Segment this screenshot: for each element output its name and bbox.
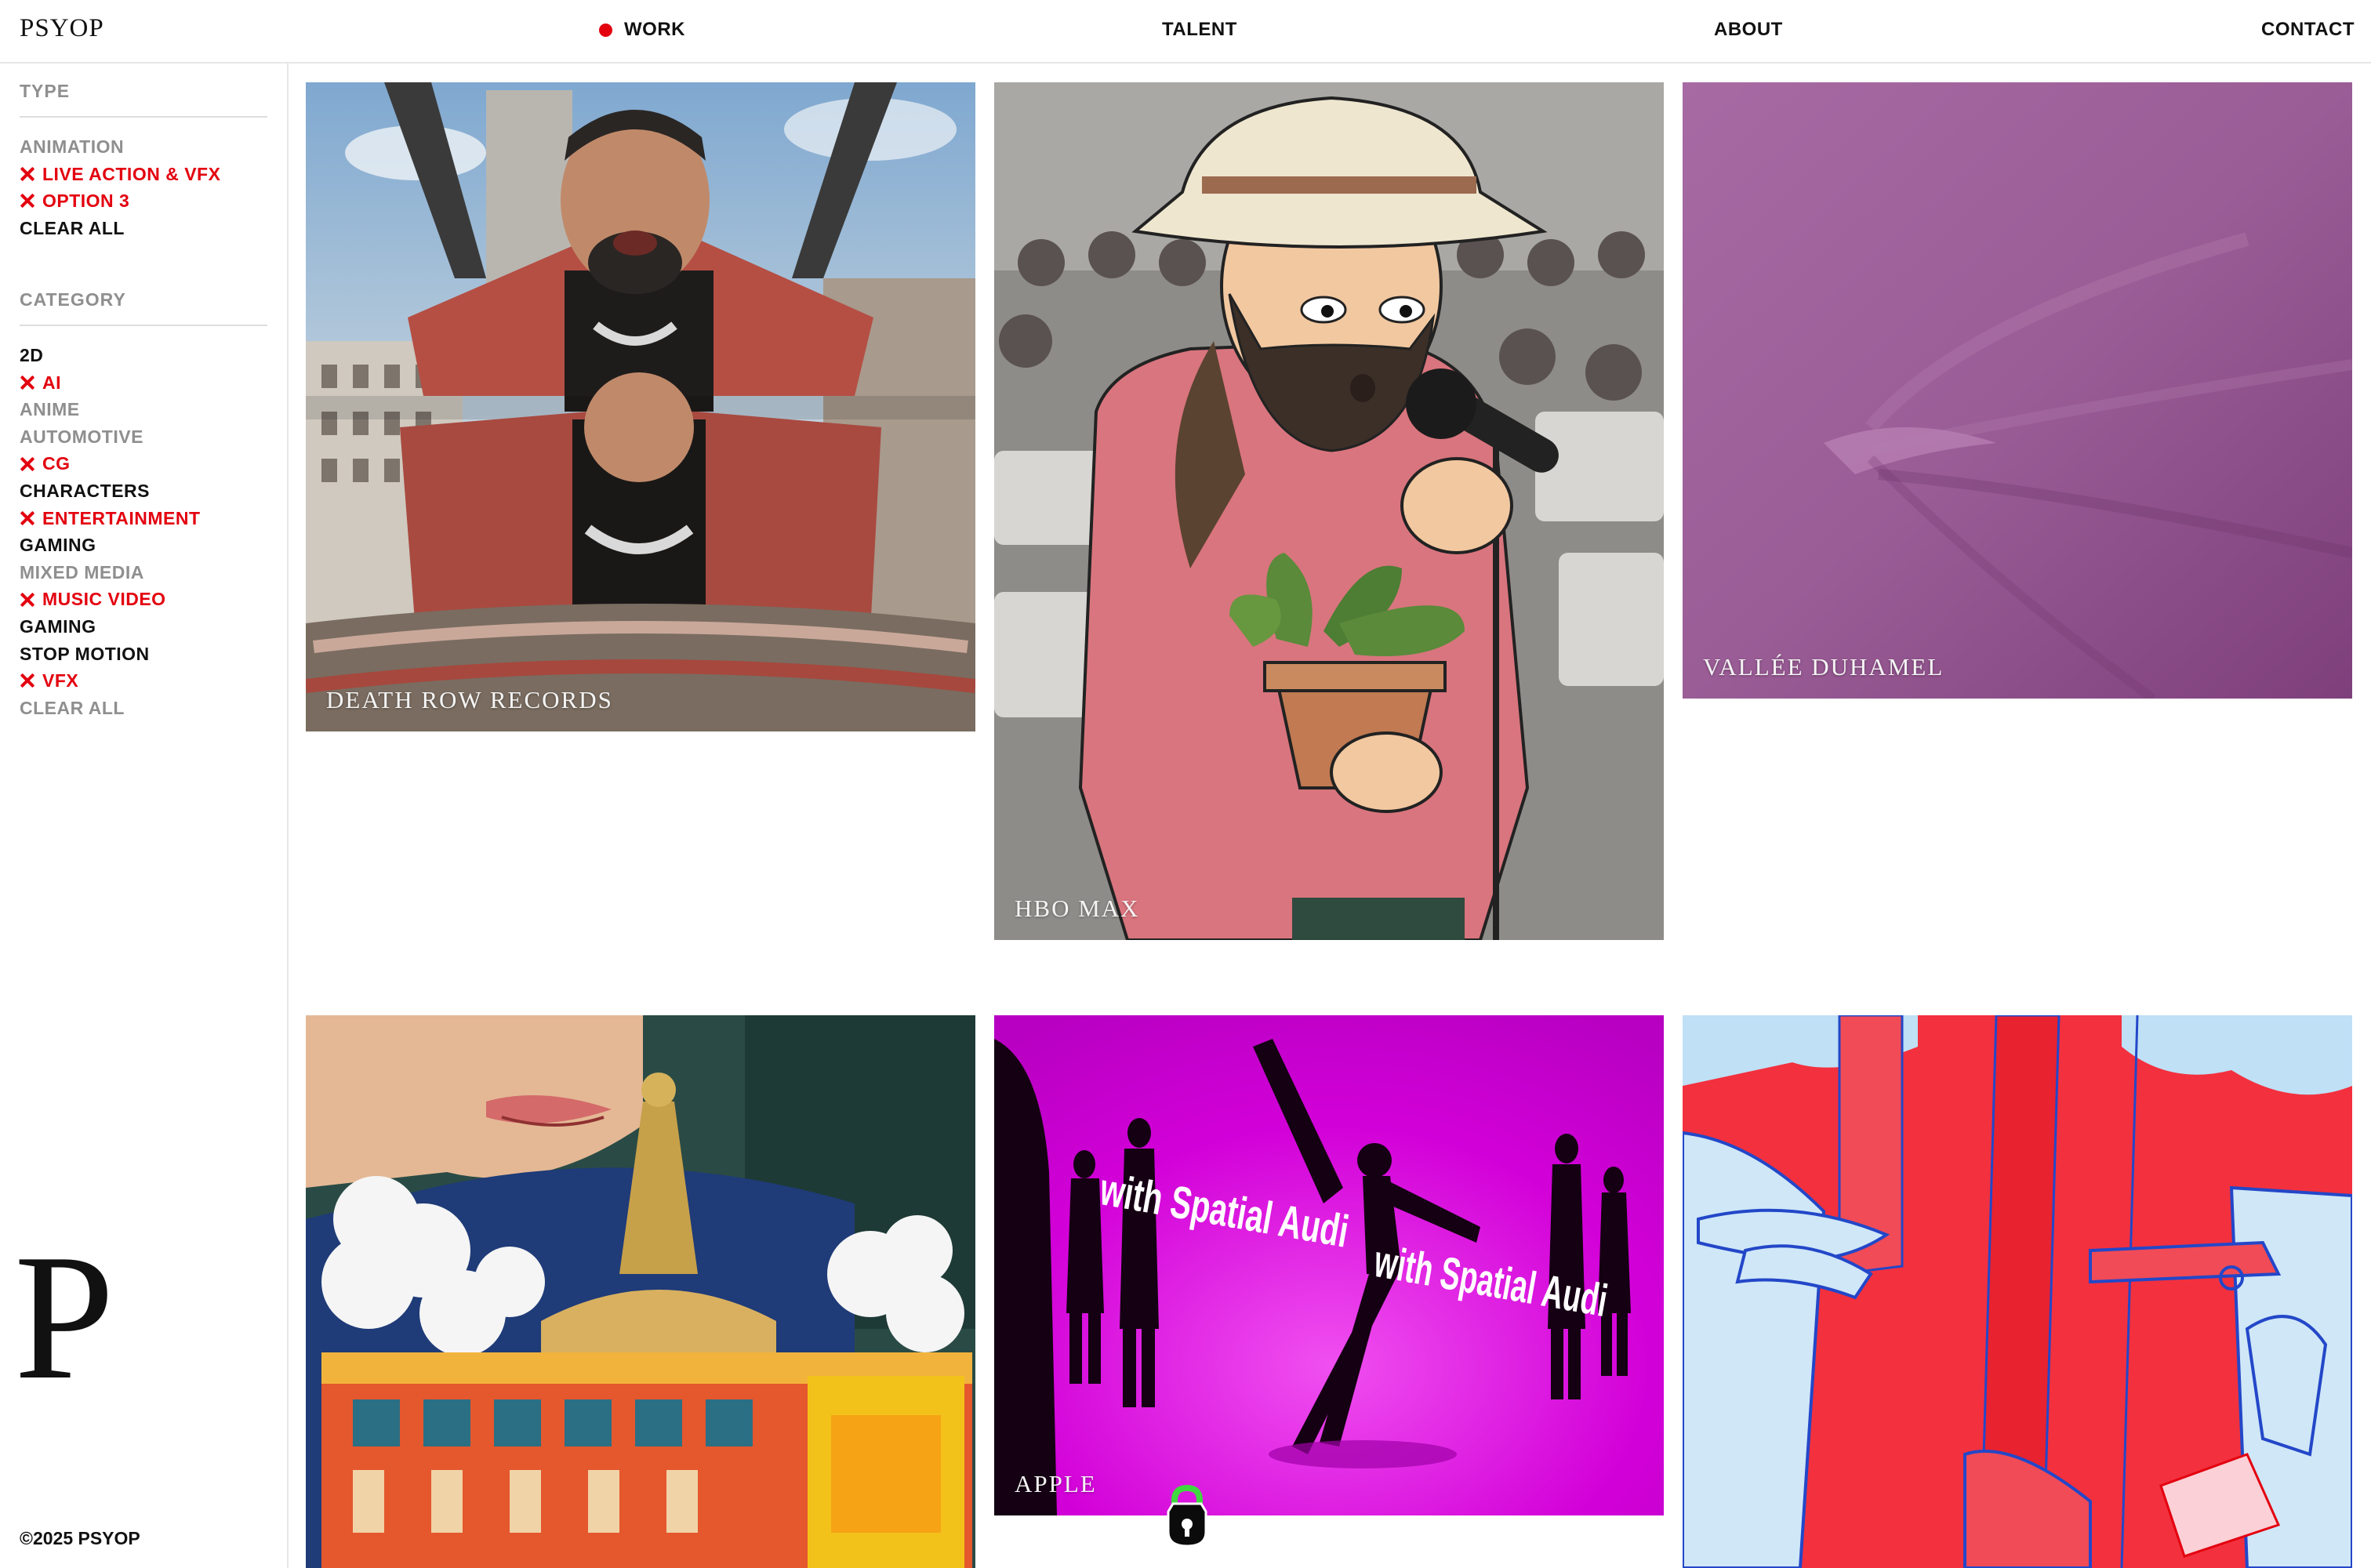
category-filter-ai[interactable]: AI [20, 369, 201, 397]
filter-label: CG [42, 453, 71, 474]
project-thumbnail-image [1683, 82, 2352, 699]
filter-label: AUTOMOTIVE [20, 426, 143, 447]
filter-label: MUSIC VIDEO [42, 589, 166, 610]
category-filter-anime[interactable]: ANIME [20, 396, 201, 423]
type-divider [20, 116, 267, 118]
filter-label: CLEAR ALL [20, 697, 125, 718]
filter-label: VFX [42, 670, 79, 691]
category-heading: CATEGORY [20, 289, 126, 310]
remove-x-icon[interactable] [20, 375, 35, 390]
nav-talent[interactable]: TALENT [1162, 19, 1237, 41]
category-filter-2d[interactable]: 2D [20, 342, 201, 369]
filter-label: STOP MOTION [20, 643, 150, 664]
filter-label: LIVE ACTION & VFX [42, 163, 221, 184]
filter-label: MIXED MEDIA [20, 561, 144, 583]
project-title: DEATH ROW RECORDS [326, 686, 613, 713]
type-heading: TYPE [20, 81, 71, 101]
type-filter-animation[interactable]: ANIMATION [20, 133, 220, 161]
project-title: HBO MAX [1015, 895, 1140, 922]
project-thumbnail-image [306, 82, 975, 731]
project-card-death-row-records[interactable]: DEATH ROW RECORDS [306, 82, 975, 731]
filter-label: CHARACTERS [20, 480, 150, 501]
remove-x-icon[interactable] [20, 510, 35, 526]
filter-label: OPTION 3 [42, 191, 130, 212]
category-filter-entertainment[interactable]: ENTERTAINMENT [20, 505, 201, 532]
category-filter-characters[interactable]: CHARACTERS [20, 477, 201, 505]
remove-x-icon[interactable] [20, 592, 35, 608]
filter-label: GAMING [20, 615, 96, 637]
project-card-hbo-max[interactable]: HBO MAX [994, 82, 1664, 940]
remove-x-icon[interactable] [20, 166, 35, 182]
category-filter-music-video[interactable]: MUSIC VIDEO [20, 586, 201, 613]
project-thumbnail-image [994, 82, 1664, 940]
category-filter-automotive[interactable]: AUTOMOTIVE [20, 423, 201, 451]
active-red-dot-icon [599, 23, 612, 37]
remove-x-icon[interactable] [20, 193, 35, 209]
category-filter-vfx[interactable]: VFX [20, 667, 201, 695]
project-title: VALLÉE DUHAMEL [1703, 653, 1944, 681]
nav-work-label: WORK [624, 19, 685, 40]
project-card-vallee-duhamel[interactable]: VALLÉE DUHAMEL [1683, 82, 2352, 699]
category-filter-gaming[interactable]: GAMING [20, 532, 201, 559]
project-thumbnail-image [306, 1015, 975, 1568]
psyop-monogram: P [14, 1217, 114, 1417]
type-filter-list: ANIMATION LIVE ACTION & VFX OPTION 3 CLEAR … [20, 133, 220, 241]
filter-label: CLEAR ALL [20, 217, 125, 238]
filter-label: AI [42, 372, 61, 393]
project-card-apple[interactable]: with Spatial Audi with Spatial Audi APPL… [994, 1015, 1664, 1515]
top-navigation: PSYOP WORK TALENT ABOUT CONTACT [0, 0, 2371, 64]
category-filter-mixed-media[interactable]: MIXED MEDIA [20, 559, 201, 586]
type-filter-live-action-vfx[interactable]: LIVE ACTION & VFX [20, 161, 220, 188]
filter-sidebar: TYPE ANIMATION LIVE ACTION & VFX OPTION 3 C… [0, 64, 289, 1568]
filter-label: ENTERTAINMENT [42, 507, 201, 528]
category-divider [20, 325, 267, 326]
remove-x-icon[interactable] [20, 673, 35, 688]
project-card-4[interactable] [306, 1015, 975, 1568]
project-card-6[interactable] [1683, 1015, 2352, 1568]
copyright-text: ©2025 PSYOP [20, 1528, 140, 1548]
nav-about[interactable]: ABOUT [1714, 19, 1783, 41]
category-filter-gaming[interactable]: GAMING [20, 613, 201, 641]
filter-label: GAMING [20, 535, 96, 556]
psyop-logo[interactable]: PSYOP [20, 14, 104, 43]
filter-label: 2D [20, 345, 44, 365]
filter-label: ANIME [20, 399, 80, 420]
category-filter-clear-all[interactable]: CLEAR ALL [20, 695, 201, 722]
lock-icon [1167, 1485, 1207, 1548]
type-filter-clear-all[interactable]: CLEAR ALL [20, 215, 220, 242]
project-thumbnail-image: with Spatial Audi with Spatial Audi [994, 1015, 1664, 1515]
category-filter-list: 2D AI ANIME AUTOMOTIVE CG CHARACTERS ENTERTAIN… [20, 342, 201, 721]
project-title: APPLE [1015, 1470, 1097, 1497]
nav-contact[interactable]: CONTACT [2261, 19, 2355, 41]
filter-label: ANIMATION [20, 136, 125, 157]
type-filter-option-3[interactable]: OPTION 3 [20, 187, 220, 215]
project-thumbnail-image [1683, 1015, 2352, 1568]
category-filter-stop-motion[interactable]: STOP MOTION [20, 641, 201, 668]
nav-work[interactable]: WORK [599, 19, 685, 41]
category-filter-cg[interactable]: CG [20, 450, 201, 477]
remove-x-icon[interactable] [20, 456, 35, 472]
